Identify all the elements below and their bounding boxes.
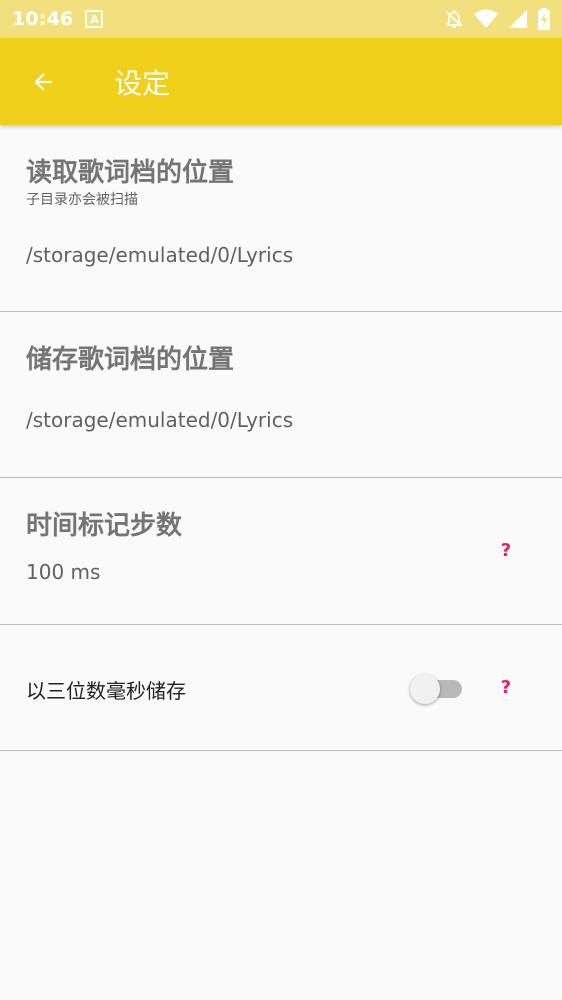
setting-value: 100 ms: [26, 560, 101, 584]
setting-read-location[interactable]: 读取歌词档的位置 子目录亦会被扫描 /storage/emulated/0/Ly…: [0, 125, 562, 312]
notifications-off-icon: [445, 10, 463, 29]
setting-timestamp-step[interactable]: 时间标记步数 100 ms ?: [0, 478, 562, 625]
setting-value: /storage/emulated/0/Lyrics: [26, 408, 294, 432]
app-bar: 设定: [0, 38, 562, 125]
battery-charging-icon: [538, 8, 550, 30]
setting-value: /storage/emulated/0/Lyrics: [26, 243, 294, 267]
status-time: 10:46: [12, 8, 74, 30]
wifi-icon: [474, 9, 498, 28]
back-button[interactable]: [13, 52, 73, 112]
notification-app-icon: A: [85, 10, 104, 28]
setting-save-location[interactable]: 储存歌词档的位置 /storage/emulated/0/Lyrics: [0, 312, 562, 478]
status-icons: [444, 8, 550, 30]
setting-title: 读取歌词档的位置: [26, 158, 235, 188]
setting-label: 以三位数毫秒储存: [26, 679, 186, 703]
settings-list: 读取歌词档的位置 子目录亦会被扫描 /storage/emulated/0/Ly…: [0, 125, 562, 751]
setting-title: 储存歌词档的位置: [26, 345, 235, 375]
setting-title: 时间标记步数: [26, 511, 183, 541]
arrow-back-icon: [34, 72, 52, 91]
help-icon[interactable]: ?: [496, 677, 516, 698]
three-digit-ms-toggle[interactable]: [410, 671, 464, 704]
page-title: 设定: [114, 66, 171, 100]
toggle-thumb: [410, 674, 440, 704]
status-bar: 10:46 A: [0, 0, 562, 38]
help-icon[interactable]: ?: [496, 540, 516, 561]
setting-subtitle: 子目录亦会被扫描: [26, 192, 138, 208]
cell-signal-icon: [509, 10, 527, 28]
setting-three-digit-ms[interactable]: 以三位数毫秒储存 ?: [0, 625, 562, 751]
